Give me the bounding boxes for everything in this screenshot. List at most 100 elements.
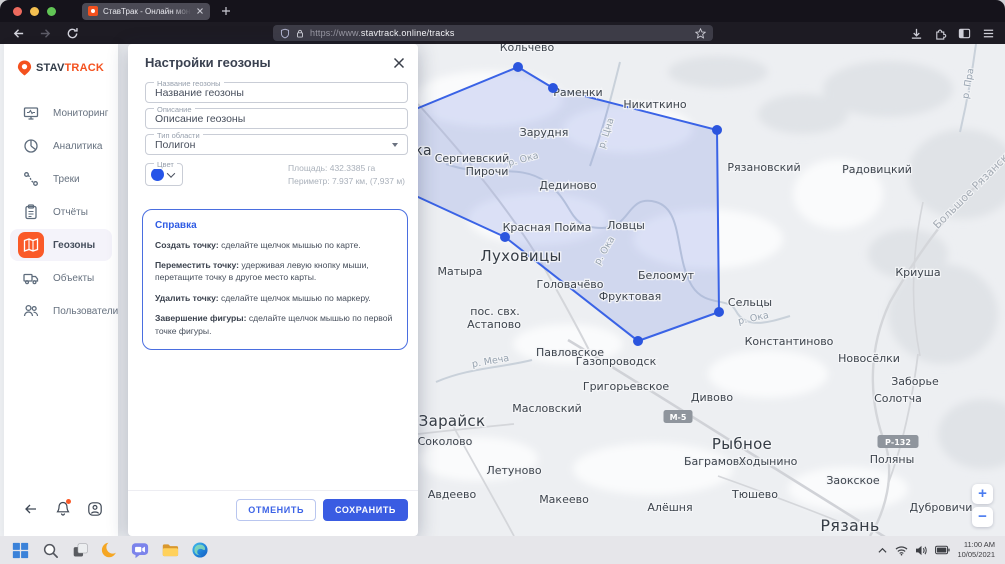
map-label: Раменки [553,86,602,99]
map-label: Дивово [691,391,733,404]
area-type-select[interactable]: Тип области Полигон [145,134,408,155]
panel-fields: Название геозоны Название геозоны Описан… [128,78,418,196]
sidebar-item-users[interactable]: Пользователи [10,295,112,327]
sidebar-item-objects[interactable]: Объекты [10,262,112,294]
zoom-in-button[interactable]: + [972,484,993,504]
back-icon[interactable] [12,27,25,40]
time: 11:00 AM [957,540,995,550]
taskbar: 11:00 AM 10/05/2021 [0,536,1005,564]
window-minimize-icon[interactable] [30,7,39,16]
map-label: Красная Пойма [503,221,592,234]
map-label: Заборье [891,375,939,388]
clock[interactable]: 11:00 AM 10/05/2021 [957,540,995,560]
area-value: Площадь: 432.3385 га [288,162,405,175]
profile-icon[interactable] [88,502,102,516]
battery-icon[interactable] [935,545,950,555]
map-label: Головачёво [537,278,604,291]
zoom-out-button[interactable]: − [972,507,993,527]
map-label: Григорьевское [583,380,669,393]
site-favicon [88,6,98,16]
system-tray: 11:00 AM 10/05/2021 [877,540,1005,560]
polygon-vertex-handle[interactable] [714,307,724,317]
map-label: Авдеево [428,488,477,501]
window-controls [0,7,69,16]
browser-tab[interactable]: СтавТрак - Онлайн мониторин [82,3,210,20]
shield-icon[interactable] [280,28,290,39]
polygon-vertex-handle[interactable] [548,83,558,93]
notifications-bell-icon[interactable] [56,501,70,516]
map-label: Поляны [870,453,915,466]
lock-icon[interactable] [295,28,305,39]
wifi-icon[interactable] [895,545,908,556]
url-text: https://www.stavtrack.online/tracks [310,28,455,38]
sidebar-item-reports[interactable]: Отчёты [10,196,112,228]
new-tab-icon[interactable] [221,6,231,16]
taskbar-icons [0,539,211,561]
sidebar-item-analytics[interactable]: Аналитика [10,130,112,162]
sidebar-item-geozones[interactable]: Геозоны [10,229,112,261]
route-icon [18,166,44,192]
forward-icon[interactable] [39,27,52,40]
sidebar-toggle-icon[interactable] [958,27,971,40]
crescent-app-icon[interactable] [99,539,121,561]
window-maximize-icon[interactable] [47,7,56,16]
task-view-icon[interactable] [69,539,91,561]
polygon-vertex-handle[interactable] [500,232,510,242]
sidebar-footer [4,501,118,536]
map-label: Астапово [467,318,521,331]
polygon-vertex-handle[interactable] [633,336,643,346]
map-label: Тюшево [731,488,778,501]
save-button[interactable]: СОХРАНИТЬ [323,499,408,521]
description-field[interactable]: Описание Описание геозоны [145,108,408,129]
chevron-down-icon [392,143,398,147]
sidebar-nav: Мониторинг Аналитика Треки [4,83,118,328]
notification-badge [66,499,71,504]
panel-header: Настройки геозоны [128,44,418,78]
collapse-sidebar-icon[interactable] [24,503,38,515]
toolbar-icons [910,22,995,44]
reload-icon[interactable] [66,27,79,40]
file-explorer-icon[interactable] [159,539,181,561]
panel-footer: ОТМЕНИТЬ СОХРАНИТЬ [128,490,418,536]
logo-pin-icon [16,59,33,77]
geozone-name-field[interactable]: Название геозоны Название геозоны [145,82,408,103]
geozone-metrics: Площадь: 432.3385 га Периметр: 7.937 км,… [288,162,408,188]
polygon-vertex-handle[interactable] [513,62,523,72]
sidebar-item-tracks[interactable]: Треки [10,163,112,195]
chat-icon[interactable] [129,539,151,561]
bookmark-star-icon[interactable] [695,28,706,39]
url-bar[interactable]: https://www.stavtrack.online/tracks [273,25,713,41]
app-content: М-5Р-132 КольчевоРаменкиНикиткиноЗарудня… [0,44,1005,536]
map-label: Кольчево [500,44,555,54]
area-type-label: Тип области [154,131,203,140]
downloads-icon[interactable] [910,27,923,40]
color-picker[interactable]: Цвет [145,163,183,186]
cancel-button[interactable]: ОТМЕНИТЬ [236,499,316,521]
area-type-value: Полигон [155,139,195,151]
polygon-vertex-handle[interactable] [712,125,722,135]
volume-icon[interactable] [915,545,928,556]
close-icon[interactable] [393,57,405,69]
sidebar-item-monitoring[interactable]: Мониторинг [10,97,112,129]
road-badge-label: Р-132 [885,438,911,447]
users-icon [18,298,44,324]
map-label: Заокское [826,474,880,487]
tab-close-icon[interactable] [196,7,204,15]
help-item: Удалить точку: сделайте щелчок мышью по … [155,292,395,304]
tab-bar: СтавТрак - Онлайн мониторин [0,0,1005,22]
navigation-bar: https://www.stavtrack.online/tracks [0,22,1005,44]
window-close-icon[interactable] [13,7,22,16]
date: 10/05/2021 [957,550,995,560]
search-icon[interactable] [39,539,61,561]
map-label: Солотча [874,392,922,405]
extensions-icon[interactable] [934,27,947,40]
start-button-icon[interactable] [9,539,31,561]
tab-title: СтавТрак - Онлайн мониторин [103,7,191,16]
help-item: Переместить точку: удерживая левую кнопк… [155,259,395,284]
description-label: Описание [154,105,195,114]
tray-chevron-icon[interactable] [877,546,888,555]
help-card: Справка Создать точку: сделайте щелчок м… [142,209,408,351]
edge-browser-icon[interactable] [189,539,211,561]
monitor-icon [18,100,44,126]
menu-icon[interactable] [982,27,995,40]
